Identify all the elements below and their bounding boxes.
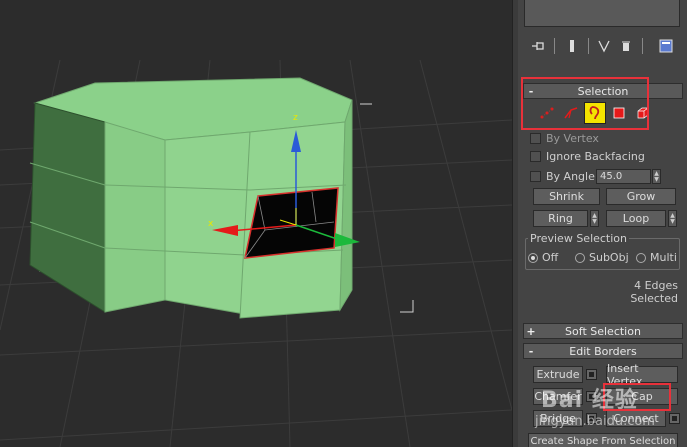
by-angle-spinner[interactable]: ▲ ▼ <box>652 169 661 184</box>
shrink-button[interactable]: Shrink <box>533 188 600 205</box>
preview-multi-radio[interactable] <box>636 252 646 263</box>
connect-settings-icon[interactable] <box>669 413 680 424</box>
object-front-left-face[interactable] <box>104 121 166 313</box>
configure-modifier-sets-icon[interactable] <box>656 36 676 56</box>
make-unique-icon[interactable] <box>594 36 614 56</box>
by-vertex-checkbox[interactable] <box>530 133 541 144</box>
border-icon[interactable] <box>584 102 606 124</box>
chamfer-button[interactable]: Chamfer <box>533 388 583 405</box>
by-vertex-label: By Vertex <box>546 132 599 145</box>
bridge-settings-icon[interactable] <box>586 413 597 424</box>
pin-stack-icon[interactable] <box>528 36 548 56</box>
by-angle-checkbox[interactable] <box>530 171 541 182</box>
loop-spinner[interactable]: ▲ ▼ <box>668 210 677 227</box>
by-angle-option[interactable]: By Angle: <box>530 169 599 184</box>
soft-selection-rollout-title: Soft Selection <box>565 324 641 338</box>
preview-off-option[interactable]: Off <box>528 251 558 264</box>
rollout-collapse-sign: - <box>528 84 534 98</box>
polygon-icon[interactable] <box>608 102 630 124</box>
loop-button[interactable]: Loop <box>606 210 666 227</box>
edge-icon[interactable] <box>560 102 582 124</box>
chamfer-settings-icon[interactable] <box>586 391 597 402</box>
preview-off-radio[interactable] <box>528 252 538 263</box>
bridge-button[interactable]: Bridge <box>533 410 583 427</box>
selection-rollout-title: Selection <box>577 84 629 98</box>
edit-borders-rollout-header[interactable]: - Edit Borders <box>523 343 683 359</box>
selection-status-text: 4 Edges Selected <box>630 279 678 305</box>
ignore-backfacing-label: Ignore Backfacing <box>546 150 645 163</box>
vertex-icon[interactable] <box>536 102 558 124</box>
selection-rollout-header[interactable]: - Selection <box>523 83 683 99</box>
ring-button[interactable]: Ring <box>533 210 588 227</box>
edit-borders-rollout-title: Edit Borders <box>569 344 637 358</box>
svg-text:z: z <box>293 113 298 123</box>
preview-subobj-radio[interactable] <box>575 252 585 263</box>
perspective-viewport[interactable]: z x <box>0 0 512 447</box>
cap-button[interactable]: Cap <box>606 388 678 405</box>
preview-multi-label: Multi <box>650 251 677 264</box>
preview-subobj-option[interactable]: SubObj <box>575 251 629 264</box>
extrude-settings-icon[interactable] <box>586 369 597 380</box>
modifier-stack-list[interactable] <box>524 0 680 27</box>
insert-vertex-button[interactable]: Insert Vertex <box>606 362 678 388</box>
remove-modifier-icon[interactable] <box>616 36 636 56</box>
create-shape-from-selection-button[interactable]: Create Shape From Selection <box>528 433 678 447</box>
modifier-stack-toolbar <box>518 34 687 58</box>
extrude-button[interactable]: Extrude <box>533 366 583 383</box>
soft-selection-rollout-header[interactable]: + Soft Selection <box>523 323 683 339</box>
rollout-expand-sign: + <box>526 324 536 338</box>
command-panel: - Selection By Vertex Ignore Backfacing … <box>518 0 687 447</box>
ignore-backfacing-checkbox[interactable] <box>530 151 541 162</box>
viewport-scene: z x <box>0 59 512 447</box>
preview-selection-title: Preview Selection <box>528 232 630 245</box>
by-angle-value-field[interactable]: 45.0 <box>596 169 651 184</box>
preview-subobj-label: SubObj <box>589 251 629 264</box>
show-end-result-icon[interactable] <box>562 36 582 56</box>
grow-button[interactable]: Grow <box>606 188 676 205</box>
ignore-backfacing-option[interactable]: Ignore Backfacing <box>530 149 645 164</box>
subobject-level-buttons <box>536 102 654 124</box>
preview-off-label: Off <box>542 251 559 264</box>
connect-button[interactable]: Connect <box>606 410 666 427</box>
rollout-collapse-sign: - <box>528 344 534 358</box>
by-vertex-option[interactable]: By Vertex <box>530 131 599 146</box>
ring-spinner[interactable]: ▲ ▼ <box>590 210 599 227</box>
element-icon[interactable] <box>632 102 654 124</box>
svg-text:x: x <box>208 219 214 229</box>
by-angle-label: By Angle: <box>546 170 599 183</box>
object-left-face[interactable] <box>29 102 106 313</box>
preview-multi-option[interactable]: Multi <box>636 251 677 264</box>
